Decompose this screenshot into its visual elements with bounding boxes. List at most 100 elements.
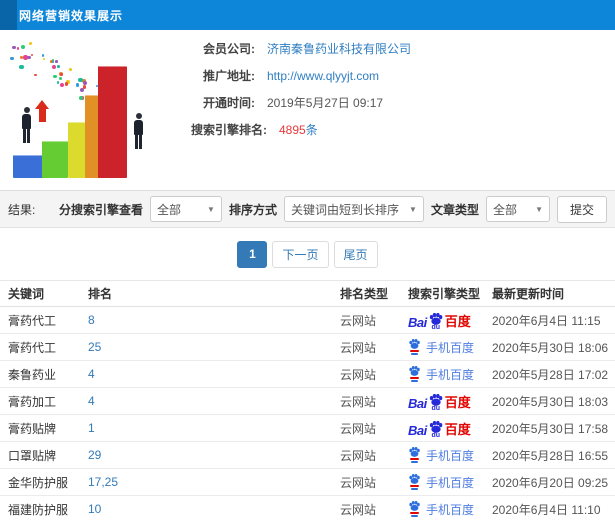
info-row-promo-url: 推广地址: http://www.qlyyjt.com xyxy=(180,62,610,89)
confetti-dot xyxy=(27,56,31,60)
chart-bar-5 xyxy=(98,66,127,178)
bar-chart-clipart xyxy=(0,33,180,183)
col-header-rank-type: 排名类型 xyxy=(340,287,389,301)
col-header-rank: 排名 xyxy=(88,287,113,301)
table-header-row: 关键词 排名 排名类型 搜索引擎类型 最新更新时间 xyxy=(0,281,615,307)
updated-time-cell: 2020年5月30日 17:58 xyxy=(492,421,609,436)
baidu-paw-icon: du xyxy=(428,393,444,412)
info-label: 搜索引擎排名: xyxy=(191,123,267,137)
engine-type-cell: Bai du 百度 xyxy=(408,419,492,439)
businessman-figure-right xyxy=(134,113,143,149)
keyword-cell: 膏药代工 xyxy=(8,340,57,355)
confetti-dot xyxy=(10,56,14,61)
keyword-cell: 口罩贴牌 xyxy=(8,448,57,463)
filter-bar: 结果: 分搜索引擎查看 全部 ▼ 排序方式 关键词由短到长排序 ▼ 文章类型 全… xyxy=(0,190,615,228)
next-page-button[interactable]: 下一页 xyxy=(272,240,329,268)
rank-link[interactable]: 4 xyxy=(88,367,95,381)
article-type-label: 文章类型 xyxy=(430,202,479,217)
rank-link[interactable]: 25 xyxy=(88,340,101,354)
rank-type-cell: 云网站 xyxy=(340,421,377,436)
rank-link[interactable]: 10 xyxy=(88,502,101,516)
engine-type-cell: 手机百度 xyxy=(408,339,492,356)
confetti-dot xyxy=(19,64,24,70)
rank-type-cell: 云网站 xyxy=(340,475,377,490)
confetti-dot xyxy=(34,73,37,77)
confetti-dot xyxy=(79,88,84,93)
rank-link[interactable]: 8 xyxy=(88,313,95,327)
confetti-dot xyxy=(42,57,45,61)
page-1-button[interactable]: 1 xyxy=(237,240,268,268)
confetti-dot xyxy=(56,81,60,84)
mobile-baidu-logo[interactable]: 手机百度 xyxy=(408,474,474,491)
sort-filter-label: 排序方式 xyxy=(228,202,277,217)
keyword-cell: 膏药贴牌 xyxy=(8,421,57,436)
table-row: 膏药代工 25 云网站 手机百度 2020年5月30日 18:06 xyxy=(0,334,615,361)
keyword-cell: 福建防护服 xyxy=(8,502,69,517)
confetti-dot xyxy=(57,64,60,68)
mobile-baidu-paw-icon xyxy=(408,447,421,463)
mobile-baidu-logo[interactable]: 手机百度 xyxy=(408,366,474,383)
rank-type-cell: 云网站 xyxy=(340,502,377,517)
info-value-member-company[interactable]: 济南秦鲁药业科技有限公司 xyxy=(267,40,411,57)
mobile-baidu-paw-icon xyxy=(408,501,421,517)
keyword-cell: 膏药加工 xyxy=(8,394,57,409)
table-row: 膏药代工 8 云网站 Bai du 百度 2020年6月4日 11:15 xyxy=(0,307,615,334)
title-bar: 网络营销效果展示 xyxy=(0,0,615,30)
baidu-logo[interactable]: Bai du 百度 xyxy=(408,311,471,331)
confetti-dot xyxy=(55,60,58,63)
rank-type-cell: 云网站 xyxy=(340,313,377,328)
confetti-dot xyxy=(60,73,63,77)
baidu-logo[interactable]: Bai du 百度 xyxy=(408,392,471,412)
table-row: 膏药加工 4 云网站 Bai du 百度 2020年5月30日 18:03 xyxy=(0,388,615,415)
table-row: 口罩贴牌 29 云网站 手机百度 2020年5月28日 16:55 xyxy=(0,442,615,469)
engine-type-cell: 手机百度 xyxy=(408,447,492,464)
submit-button[interactable]: 提交 xyxy=(556,195,607,223)
baidu-logo[interactable]: Bai du 百度 xyxy=(408,419,471,439)
updated-time-cell: 2020年6月4日 11:10 xyxy=(492,502,601,517)
baidu-paw-icon: du xyxy=(428,420,444,439)
sort-order-select[interactable]: 关键词由短到长排序 ▼ xyxy=(283,196,424,222)
mobile-baidu-logo[interactable]: 手机百度 xyxy=(408,339,474,356)
engine-filter-select[interactable]: 全部 ▼ xyxy=(149,196,222,222)
updated-time-cell: 2020年5月28日 16:55 xyxy=(492,448,609,463)
rank-link[interactable]: 29 xyxy=(88,448,101,462)
rank-type-cell: 云网站 xyxy=(340,394,377,409)
rank-link[interactable]: 17,25 xyxy=(88,475,118,489)
chart-bar-2 xyxy=(42,141,68,178)
updated-time-cell: 2020年5月28日 17:02 xyxy=(492,367,609,382)
mobile-baidu-logo[interactable]: 手机百度 xyxy=(408,501,474,518)
confetti-dot xyxy=(59,77,63,81)
mobile-baidu-paw-icon xyxy=(408,339,421,355)
updated-time-cell: 2020年6月4日 11:15 xyxy=(492,313,601,328)
rank-type-cell: 云网站 xyxy=(340,367,377,382)
confetti-dot xyxy=(41,54,45,57)
engine-type-cell: 手机百度 xyxy=(408,366,492,383)
confetti-dot xyxy=(12,46,16,50)
chevron-down-icon: ▼ xyxy=(409,204,417,214)
confetti-dot xyxy=(64,82,69,86)
last-page-button[interactable]: 尾页 xyxy=(333,240,378,268)
col-header-keyword: 关键词 xyxy=(8,287,45,301)
article-type-select[interactable]: 全部 ▼ xyxy=(485,196,550,222)
rank-type-cell: 云网站 xyxy=(340,340,377,355)
confetti-dot xyxy=(20,56,23,59)
confetti-dot xyxy=(76,83,80,87)
info-section: 会员公司: 济南秦鲁药业科技有限公司 推广地址: http://www.qlyyjt.… xyxy=(0,30,615,190)
info-value-promo-url[interactable]: http://www.qlyyjt.com xyxy=(267,69,379,83)
updated-time-cell: 2020年6月20日 09:25 xyxy=(492,475,609,490)
info-row-member-company: 会员公司: 济南秦鲁药业科技有限公司 xyxy=(180,35,610,62)
rank-type-cell: 云网站 xyxy=(340,448,377,463)
info-value-open-time: 2019年5月27日 09:17 xyxy=(267,96,384,110)
rank-link[interactable]: 1 xyxy=(88,421,95,435)
chart-bar-1 xyxy=(13,155,45,178)
table-row: 金华防护服 17,25 云网站 手机百度 2020年6月20日 09:25 xyxy=(0,469,615,496)
mobile-baidu-logo[interactable]: 手机百度 xyxy=(408,447,474,464)
mobile-baidu-paw-icon xyxy=(408,474,421,490)
rank-link[interactable]: 4 xyxy=(88,394,95,408)
table-row: 福建防护服 10 云网站 手机百度 2020年6月4日 11:10 xyxy=(0,496,615,520)
confetti-dot xyxy=(52,64,56,69)
confetti-dot xyxy=(16,47,20,50)
engine-type-cell: Bai du 百度 xyxy=(408,311,492,331)
confetti-dot xyxy=(30,53,34,56)
chevron-down-icon: ▼ xyxy=(207,204,215,214)
